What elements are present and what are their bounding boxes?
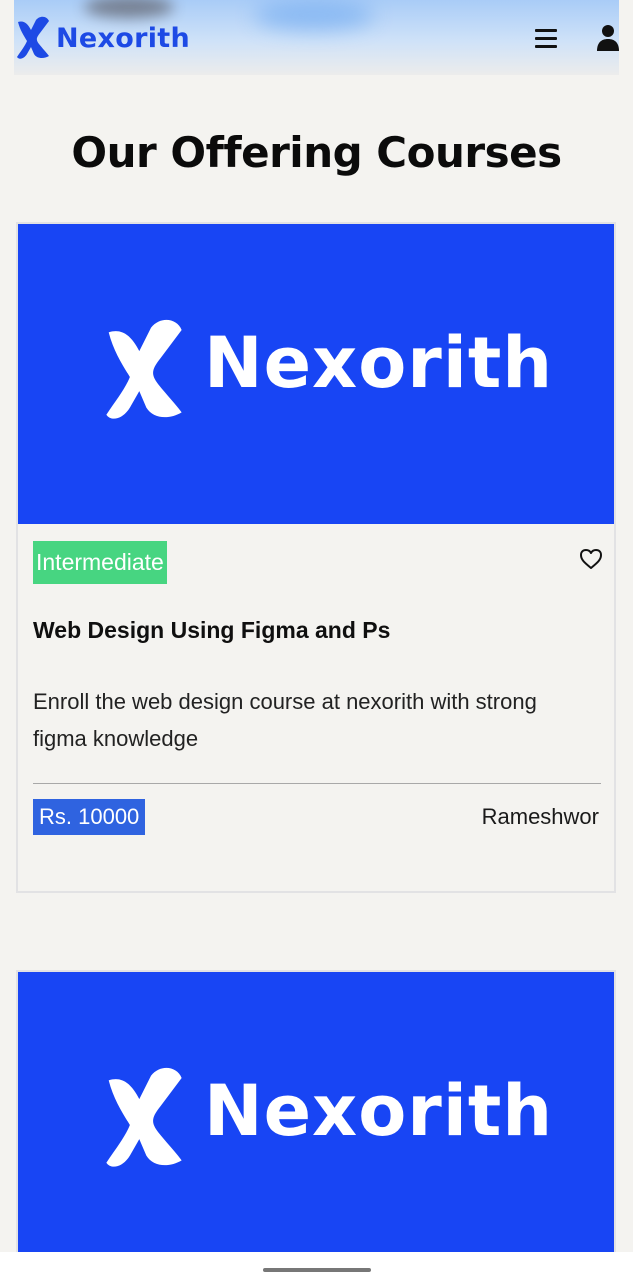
hamburger-menu-icon[interactable] [535,29,557,48]
user-icon[interactable] [596,24,620,52]
home-indicator[interactable] [263,1268,371,1272]
course-thumbnail[interactable]: Nexorith [18,224,614,524]
course-title[interactable]: Web Design Using Figma and Ps [33,617,390,644]
heart-outline-icon[interactable] [579,548,603,570]
divider [33,783,601,784]
page-title: Our Offering Courses [71,128,562,177]
top-navbar: Nexorith [14,0,619,75]
level-badge: Intermediate [33,541,167,584]
instructor-name: Rameshwor [481,804,599,829]
course-card[interactable]: Nexorith [16,970,616,1272]
thumbnail-brand-text: Nexorith [204,1070,554,1152]
nexorith-logo-icon [17,16,49,59]
brand-name: Nexorith [56,22,190,54]
course-description: Enroll the web design course at nexorith… [33,689,537,751]
price-badge: Rs. 10000 [33,799,146,835]
system-navigation-bar [0,1252,633,1280]
brand-logo-link[interactable]: Nexorith [16,16,190,60]
course-card[interactable]: Nexorith Intermediate Web Design Using F… [16,222,616,893]
nexorith-logo-icon [106,1067,182,1167]
course-thumbnail[interactable]: Nexorith [18,972,614,1272]
nexorith-logo-icon [106,319,182,419]
blurred-overlay [254,0,374,30]
thumbnail-brand-text: Nexorith [204,322,554,404]
